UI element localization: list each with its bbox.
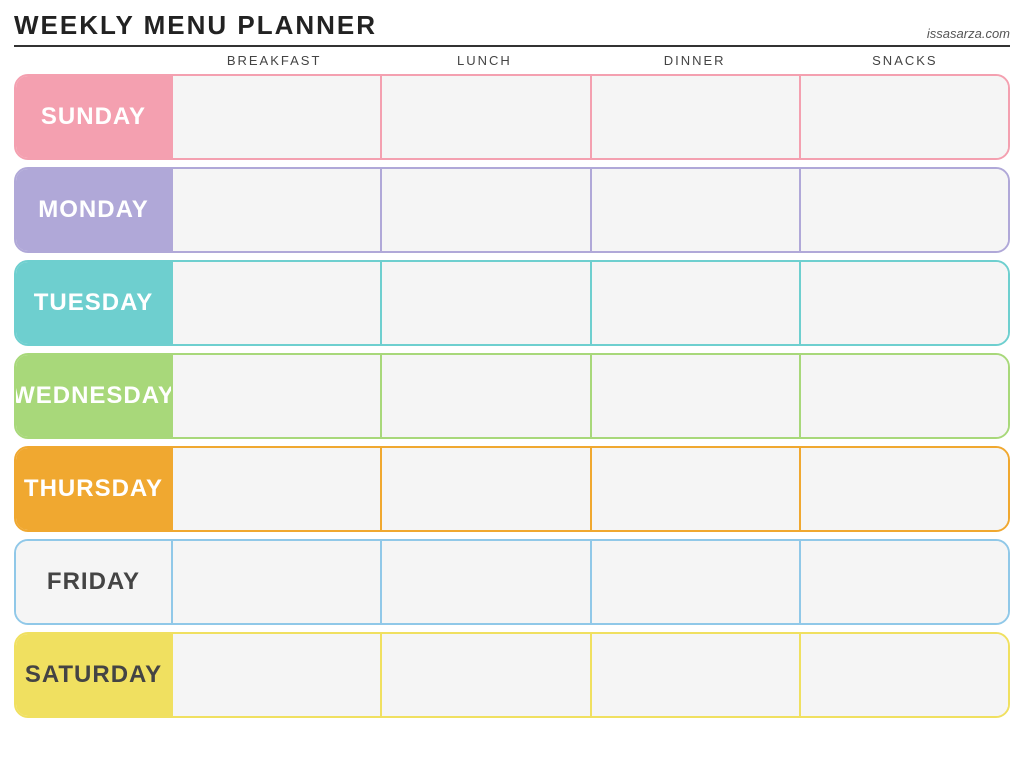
day-label-tuesday: Tuesday [16, 262, 171, 344]
monday-dinner-cell[interactable] [590, 169, 799, 251]
wednesday-snacks-cell[interactable] [799, 355, 1008, 437]
saturday-breakfast-cell[interactable] [171, 634, 380, 716]
wednesday-breakfast-cell[interactable] [171, 355, 380, 437]
day-label-thursday: Thursday [16, 448, 171, 530]
day-label-sunday: Sunday [16, 76, 171, 158]
page-header: Weekly Menu Planner issasarza.com [14, 10, 1010, 47]
day-label-monday: Monday [16, 169, 171, 251]
col-dinner: Dinner [590, 53, 800, 68]
sunday-breakfast-cell[interactable] [171, 76, 380, 158]
tuesday-snacks-cell[interactable] [799, 262, 1008, 344]
col-snacks: Snacks [800, 53, 1010, 68]
wednesday-lunch-cell[interactable] [380, 355, 589, 437]
day-label-wednesday: Wednesday [16, 355, 171, 437]
sunday-dinner-cell[interactable] [590, 76, 799, 158]
col-breakfast: Breakfast [169, 53, 379, 68]
day-row-tuesday: Tuesday [14, 260, 1010, 346]
sunday-lunch-cell[interactable] [380, 76, 589, 158]
tuesday-lunch-cell[interactable] [380, 262, 589, 344]
friday-snacks-cell[interactable] [799, 541, 1008, 623]
sunday-snacks-cell[interactable] [799, 76, 1008, 158]
monday-breakfast-cell[interactable] [171, 169, 380, 251]
thursday-dinner-cell[interactable] [590, 448, 799, 530]
col-spacer [14, 53, 169, 68]
page-title: Weekly Menu Planner [14, 10, 377, 41]
thursday-lunch-cell[interactable] [380, 448, 589, 530]
friday-breakfast-cell[interactable] [171, 541, 380, 623]
tuesday-breakfast-cell[interactable] [171, 262, 380, 344]
thursday-breakfast-cell[interactable] [171, 448, 380, 530]
thursday-snacks-cell[interactable] [799, 448, 1008, 530]
day-row-monday: Monday [14, 167, 1010, 253]
monday-snacks-cell[interactable] [799, 169, 1008, 251]
tuesday-dinner-cell[interactable] [590, 262, 799, 344]
monday-lunch-cell[interactable] [380, 169, 589, 251]
day-row-wednesday: Wednesday [14, 353, 1010, 439]
friday-dinner-cell[interactable] [590, 541, 799, 623]
planner-grid: Sunday Monday Tuesday Wednesday Thursday Frid… [14, 74, 1010, 718]
wednesday-dinner-cell[interactable] [590, 355, 799, 437]
website-label: issasarza.com [927, 26, 1010, 41]
saturday-snacks-cell[interactable] [799, 634, 1008, 716]
col-lunch: Lunch [379, 53, 589, 68]
saturday-dinner-cell[interactable] [590, 634, 799, 716]
friday-lunch-cell[interactable] [380, 541, 589, 623]
day-row-thursday: Thursday [14, 446, 1010, 532]
day-row-sunday: Sunday [14, 74, 1010, 160]
saturday-lunch-cell[interactable] [380, 634, 589, 716]
column-headers: Breakfast Lunch Dinner Snacks [14, 53, 1010, 68]
day-label-saturday: Saturday [16, 634, 171, 716]
day-label-friday: Friday [16, 541, 171, 623]
day-row-friday: Friday [14, 539, 1010, 625]
day-row-saturday: Saturday [14, 632, 1010, 718]
